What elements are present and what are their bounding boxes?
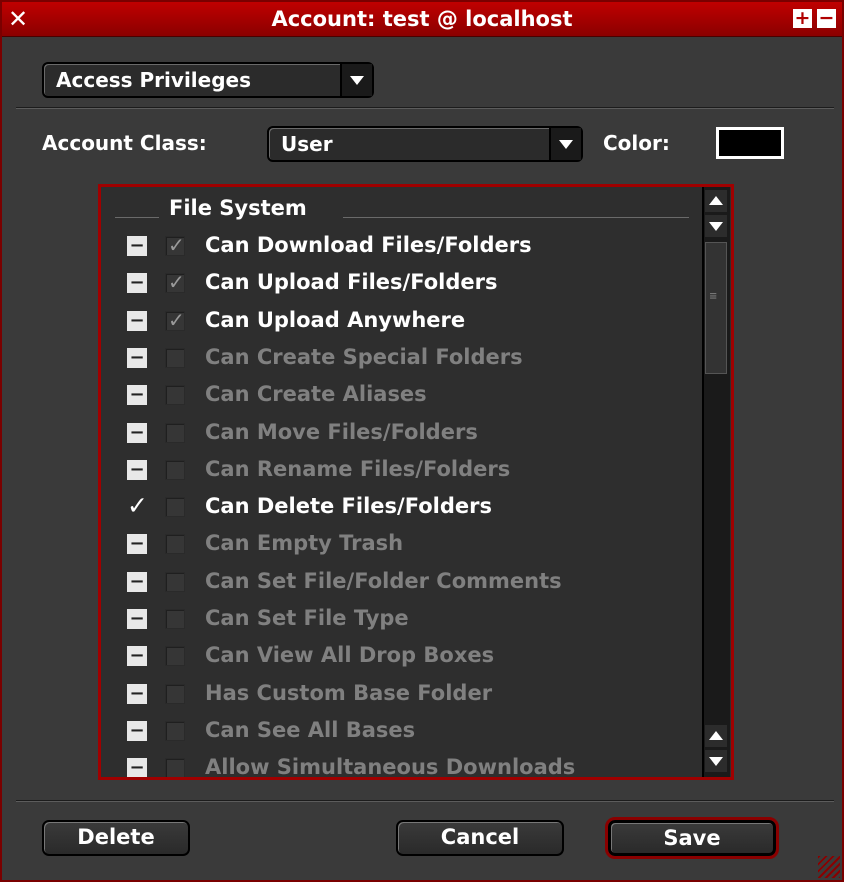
privilege-checkbox[interactable] [165, 571, 185, 592]
title-bar[interactable]: ✕ Account: test @ localhost + − [2, 2, 842, 37]
inherit-minus-icon[interactable]: − [127, 646, 147, 667]
divider-bottom [16, 800, 834, 802]
scroll-down-button-bottom[interactable] [705, 750, 727, 772]
arrow-down-icon [709, 757, 723, 766]
inherit-minus-icon[interactable]: − [127, 609, 147, 629]
grip-icon: ≡ [709, 291, 718, 302]
privilege-label: Can Create Special Folders [205, 344, 523, 369]
inherit-minus-icon[interactable]: − [127, 758, 147, 777]
privilege-label: Allow Simultaneous Downloads [205, 755, 576, 780]
scrollbar[interactable]: ≡ [702, 187, 730, 777]
arrow-up-icon [709, 731, 723, 740]
color-swatch[interactable] [716, 127, 784, 159]
account-class-label: Account Class: [42, 131, 207, 155]
scroll-thumb[interactable] [705, 242, 727, 374]
privilege-row[interactable]: − Can Create Aliases [101, 376, 701, 413]
privilege-label: Can Delete Files/Folders [205, 494, 492, 519]
privilege-checkbox[interactable]: ✓ [165, 307, 185, 332]
privilege-label: Can Upload Anywhere [205, 307, 466, 332]
privilege-label: Can Move Files/Folders [205, 419, 478, 444]
privilege-checkbox[interactable] [165, 459, 185, 480]
account-class-value: User [281, 132, 333, 156]
group-rule-right [343, 217, 689, 218]
collapse-minus-icon[interactable]: − [817, 9, 836, 28]
privilege-row[interactable]: − Can View All Drop Boxes [101, 637, 701, 674]
override-check-icon[interactable]: ✓ [127, 491, 148, 521]
privilege-row[interactable]: − Can Create Special Folders [101, 339, 701, 376]
checkmark-icon: ✓ [168, 270, 185, 295]
account-window: ✕ Account: test @ localhost + − Access P… [0, 0, 844, 882]
color-label: Color: [603, 131, 670, 155]
privilege-label: Can Set File Type [205, 606, 409, 630]
privilege-row[interactable]: − ✓ Can Upload Files/Folders [101, 264, 701, 301]
group-title: File System [169, 196, 307, 220]
scroll-down-button[interactable] [705, 215, 727, 237]
inherit-minus-icon[interactable]: − [127, 534, 147, 555]
view-popup-value: Access Privileges [56, 68, 251, 92]
privilege-label: Can View All Drop Boxes [205, 643, 495, 668]
chevron-down-icon [340, 64, 372, 96]
privilege-checkbox[interactable] [165, 497, 185, 518]
privilege-label: Has Custom Base Folder [205, 680, 493, 705]
inherit-minus-icon[interactable]: − [127, 683, 147, 704]
privilege-checkbox[interactable] [165, 720, 185, 741]
privilege-row[interactable]: − Can Empty Trash [101, 525, 701, 562]
save-button[interactable]: Save [605, 817, 779, 859]
privilege-row[interactable]: − Has Custom Base Folder [101, 675, 701, 712]
privilege-row[interactable]: − Can See All Bases [101, 712, 701, 749]
privilege-row[interactable]: ✓ Can Delete Files/Folders [101, 488, 701, 525]
inherit-minus-icon[interactable]: − [127, 720, 147, 741]
privilege-row[interactable]: − ✓ Can Download Files/Folders [101, 227, 701, 264]
privilege-label: Can See All Bases [205, 717, 416, 742]
resize-grip-icon[interactable] [818, 856, 840, 878]
privilege-checkbox[interactable] [165, 758, 185, 777]
checkmark-icon: ✓ [168, 307, 185, 332]
privilege-label: Can Set File/Folder Comments [205, 568, 562, 593]
zoom-plus-icon[interactable]: + [793, 9, 812, 28]
scroll-up-button[interactable] [705, 190, 727, 212]
scroll-up-button-bottom[interactable] [705, 725, 727, 747]
inherit-minus-icon[interactable]: − [127, 347, 147, 368]
privilege-row[interactable]: − Can Move Files/Folders [101, 414, 701, 451]
inherit-minus-icon[interactable]: − [127, 273, 147, 294]
privilege-row[interactable]: − Can Set File Type [101, 600, 701, 637]
privilege-row[interactable]: − Can Rename Files/Folders [101, 451, 701, 488]
privilege-checkbox[interactable] [165, 683, 185, 704]
privilege-row[interactable]: − Can Set File/Folder Comments [101, 563, 701, 600]
arrow-up-icon [709, 196, 723, 205]
inherit-minus-icon[interactable]: − [127, 310, 147, 331]
privilege-checkbox[interactable] [165, 347, 185, 368]
privilege-checkbox[interactable] [165, 609, 185, 629]
privilege-row[interactable]: − ✓ Can Upload Anywhere [101, 302, 701, 339]
view-popup[interactable]: Access Privileges [42, 62, 374, 98]
privilege-checkbox[interactable] [165, 534, 185, 555]
arrow-down-icon [709, 222, 723, 231]
privilege-checkbox[interactable] [165, 385, 185, 406]
inherit-minus-icon[interactable]: − [127, 459, 147, 480]
privilege-checkbox[interactable]: ✓ [165, 233, 185, 257]
privilege-label: Can Rename Files/Folders [205, 456, 511, 481]
privilege-checkbox[interactable]: ✓ [165, 270, 185, 295]
privilege-checkbox[interactable] [165, 646, 185, 667]
account-class-popup[interactable]: User [267, 126, 583, 162]
privilege-row[interactable]: − Allow Simultaneous Downloads [101, 749, 701, 780]
inherit-minus-icon[interactable]: − [127, 385, 147, 406]
privilege-label: Can Download Files/Folders [205, 233, 532, 257]
window-title: Account: test @ localhost [271, 7, 573, 31]
privilege-checkbox[interactable] [165, 422, 185, 443]
cancel-button[interactable]: Cancel [396, 820, 564, 856]
privilege-label: Can Create Aliases [205, 382, 427, 407]
delete-button[interactable]: Delete [42, 820, 190, 856]
chevron-down-icon [549, 128, 581, 160]
inherit-minus-icon[interactable]: − [127, 422, 147, 443]
inherit-minus-icon[interactable]: − [127, 571, 147, 592]
privilege-label: Can Upload Files/Folders [205, 270, 498, 295]
inherit-minus-icon[interactable]: − [127, 236, 147, 256]
group-rule-left [115, 217, 159, 218]
privileges-panel: File System − ✓ Can Download Files/Folders… [98, 184, 734, 780]
privilege-label: Can Empty Trash [205, 531, 404, 556]
divider [16, 107, 834, 109]
checkmark-icon: ✓ [168, 233, 185, 257]
